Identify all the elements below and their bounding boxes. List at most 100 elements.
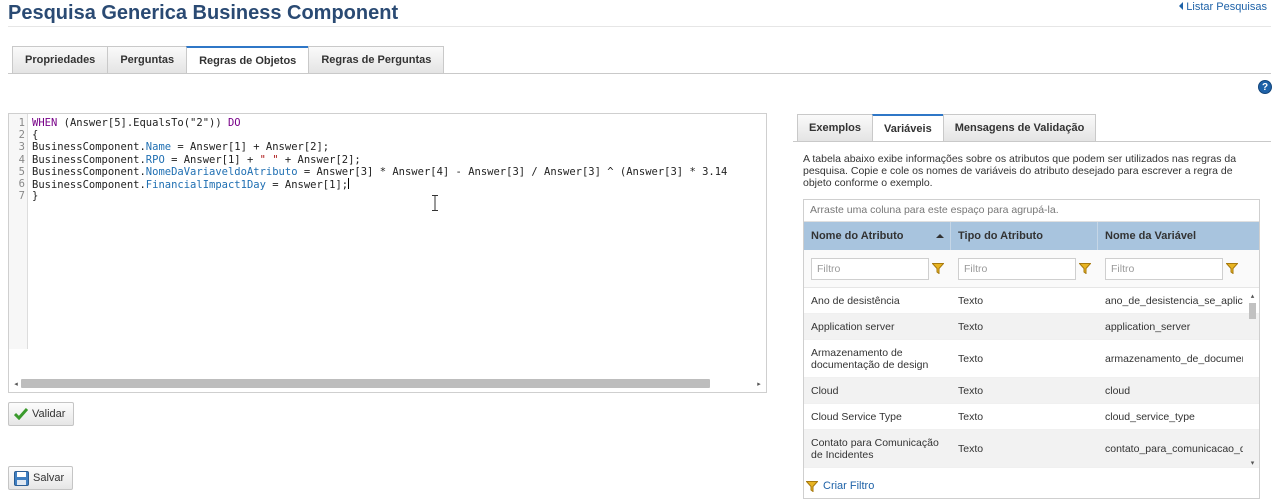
code-text: BusinessComponent.Name = Answer[1] + Ans… xyxy=(28,141,329,153)
grid-header: Nome do Atributo Tipo do Atributo Nome d… xyxy=(804,222,1259,250)
main-tabs: Propriedades Perguntas Regras de Objetos… xyxy=(12,46,445,74)
scroll-left-icon[interactable]: ◂ xyxy=(11,378,21,389)
table-cell: Application server xyxy=(811,320,895,333)
code-token: BusinessComponent. xyxy=(32,141,146,154)
group-drop-area[interactable]: Arraste uma coluna para este espaço para… xyxy=(804,200,1259,222)
filter-nome-da-variavel-input[interactable] xyxy=(1105,257,1223,280)
table-cell: cloud_service_type xyxy=(1105,410,1195,423)
table-row[interactable]: Armazenamento de documentação de design T… xyxy=(804,340,1259,378)
criar-filtro-label: Criar Filtro xyxy=(823,480,875,492)
filter-nome-do-atributo-input[interactable] xyxy=(811,257,929,280)
text-caret xyxy=(348,177,350,189)
table-cell: ano_de_desistencia_se_aplica xyxy=(1105,294,1243,307)
criar-filtro-link[interactable]: Criar Filtro xyxy=(806,480,874,492)
line-number: 5 xyxy=(18,165,25,178)
variables-tabs: Exemplos Variáveis Mensagens de Validaçã… xyxy=(797,114,1097,142)
attributes-grid: Arraste uma coluna para este espaço para… xyxy=(803,199,1260,499)
filter-cell xyxy=(804,250,951,287)
salvar-label: Salvar xyxy=(33,472,65,484)
tab-mensagens-de-validacao[interactable]: Mensagens de Validação xyxy=(942,114,1097,141)
tab-regras-de-perguntas[interactable]: Regras de Perguntas xyxy=(308,46,445,73)
table-cell: Texto xyxy=(958,410,984,423)
line-number: 1 xyxy=(18,117,25,129)
validar-label: Validar xyxy=(32,408,66,420)
scroll-thumb[interactable] xyxy=(21,379,711,388)
salvar-button[interactable]: Salvar xyxy=(8,466,74,490)
code-token: = Answer[1] + Answer[2]; xyxy=(171,141,330,154)
tab-propriedades[interactable]: Propriedades xyxy=(12,46,109,73)
code-line[interactable]: 7} xyxy=(9,190,766,202)
filter-tipo-do-atributo-input[interactable] xyxy=(958,257,1076,280)
save-disk-icon xyxy=(14,470,29,486)
list-pesquisas-label: Listar Pesquisas xyxy=(1186,1,1267,13)
code-line[interactable]: 3 BusinessComponent.Name = Answer[1] + An… xyxy=(9,141,766,153)
code-line[interactable]: 2{ xyxy=(9,129,766,141)
code-line[interactable]: 4 BusinessComponent.RPO = Answer[1] + " "… xyxy=(9,154,766,166)
tab-regras-de-objetos[interactable]: Regras de Objetos xyxy=(186,46,310,74)
tabs-divider xyxy=(8,73,1271,74)
table-cell: contato_para_comunicacao_d xyxy=(1105,442,1243,455)
column-label: Nome do Atributo xyxy=(811,230,904,242)
scroll-track[interactable] xyxy=(21,379,754,388)
code-line[interactable]: 5 BusinessComponent.NomeDaVariaveldoAtrib… xyxy=(9,166,766,178)
filter-funnel-icon xyxy=(806,480,818,492)
table-cell: Contato para Comunicação de Incidentes xyxy=(811,436,939,461)
table-cell: Texto xyxy=(958,352,984,365)
validar-button[interactable]: Validar xyxy=(8,402,75,426)
scroll-up-icon[interactable]: ▴ xyxy=(1247,291,1258,301)
scroll-down-icon[interactable]: ▾ xyxy=(1247,458,1258,468)
filter-funnel-icon[interactable] xyxy=(932,263,944,274)
table-row[interactable]: Application server Texto application_serve… xyxy=(804,314,1259,340)
column-nome-do-atributo[interactable]: Nome do Atributo xyxy=(804,222,951,250)
ibeam-cursor-icon xyxy=(432,195,438,211)
code-lines[interactable]: 1 WHEN (Answer[5].EqualsTo("2")) DO 2{3 Bus… xyxy=(9,117,766,202)
scroll-right-icon[interactable]: ▸ xyxy=(754,378,764,389)
code-token: WHEN xyxy=(32,117,58,129)
column-nome-da-variavel[interactable]: Nome da Variável xyxy=(1098,222,1243,250)
table-cell: Texto xyxy=(958,442,984,455)
title-divider xyxy=(8,26,1271,27)
help-icon[interactable]: ? xyxy=(1258,80,1272,94)
code-text: WHEN (Answer[5].EqualsTo("2")) DO xyxy=(28,117,241,129)
code-line[interactable]: 6 BusinessComponent.FinancialImpact1Day =… xyxy=(9,177,766,191)
filter-cell xyxy=(1098,250,1243,287)
vertical-scrollbar[interactable]: ▴ ▾ xyxy=(1247,291,1258,468)
code-text: BusinessComponent.NomeDaVariaveldoAtribu… xyxy=(28,166,727,178)
code-token: = Answer[3] * Answer[4] - Answer[3] / An… xyxy=(297,165,728,178)
checkmark-icon xyxy=(14,408,28,420)
code-line[interactable]: 1 WHEN (Answer[5].EqualsTo("2")) DO xyxy=(9,117,766,129)
code-token: { xyxy=(32,129,39,142)
caret-left-icon xyxy=(1179,2,1184,10)
tab-variaveis[interactable]: Variáveis xyxy=(871,114,944,142)
code-token: NomeDaVariaveldoAtributo xyxy=(145,165,298,178)
code-token: BusinessComponent. xyxy=(32,165,146,178)
line-number: 2 xyxy=(18,129,25,142)
code-text: BusinessComponent.FinancialImpact1Day = … xyxy=(28,177,350,191)
code-token: RPO xyxy=(145,153,165,166)
table-row[interactable]: Ano de desistência Texto ano_de_desistenci… xyxy=(804,288,1259,314)
line-number: 3 xyxy=(18,141,25,154)
table-cell: Texto xyxy=(958,320,984,333)
line-number: 4 xyxy=(18,153,25,166)
column-tipo-do-atributo[interactable]: Tipo do Atributo xyxy=(951,222,1098,250)
tab-perguntas[interactable]: Perguntas xyxy=(107,46,188,73)
line-number: 6 xyxy=(18,177,25,190)
tab-exemplos[interactable]: Exemplos xyxy=(797,114,873,141)
table-cell: Cloud xyxy=(811,384,839,397)
code-token: BusinessComponent. xyxy=(32,153,146,166)
table-row[interactable]: Cloud Texto cloud xyxy=(804,378,1259,404)
filter-cell xyxy=(951,250,1098,287)
table-row[interactable]: Cloud Service Type Texto cloud_service_typ… xyxy=(804,404,1259,430)
right-tabs-divider xyxy=(793,141,1271,142)
table-row[interactable]: Contato para Comunicação de Incidentes Te… xyxy=(804,430,1259,468)
code-token: + Answer[2]; xyxy=(278,153,361,166)
table-cell: Ano de desistência xyxy=(811,294,900,307)
filter-funnel-icon[interactable] xyxy=(1226,263,1238,274)
code-text: BusinessComponent.RPO = Answer[1] + " " … xyxy=(28,154,361,166)
code-editor[interactable]: 1 WHEN (Answer[5].EqualsTo("2")) DO 2{3 Bus… xyxy=(8,113,767,393)
list-pesquisas-link[interactable]: Listar Pesquisas xyxy=(1179,1,1267,13)
filter-funnel-icon[interactable] xyxy=(1079,263,1091,274)
scroll-thumb[interactable] xyxy=(1249,303,1256,319)
horizontal-scrollbar[interactable]: ◂ ▸ xyxy=(11,378,764,389)
column-label: Tipo do Atributo xyxy=(958,230,1043,242)
